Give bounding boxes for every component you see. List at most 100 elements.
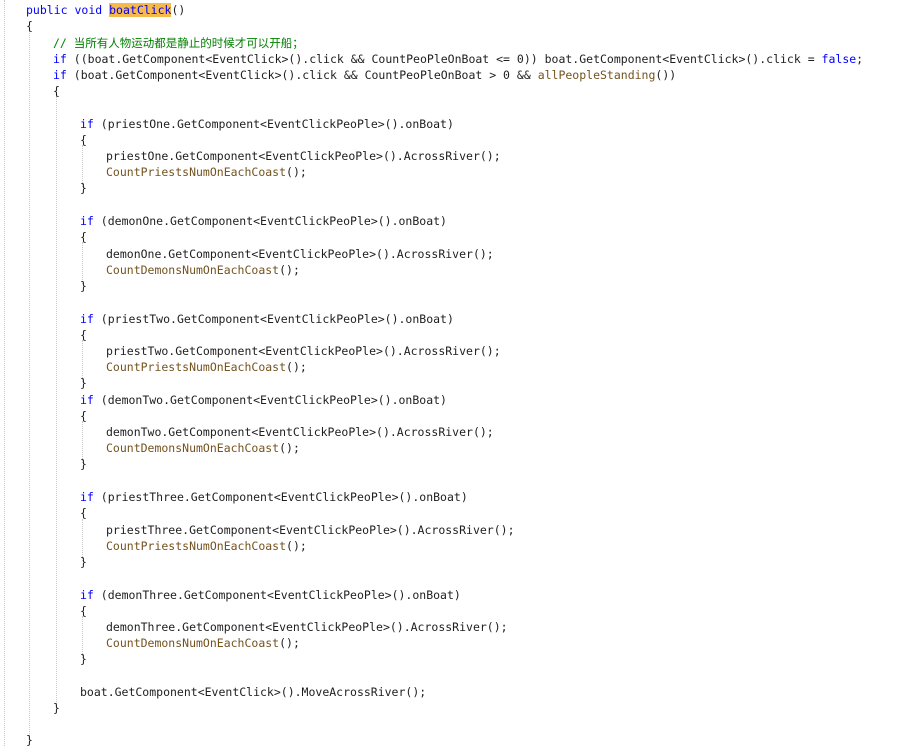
code-line[interactable]: if (priestTwo.GetComponent<EventClickPeo…	[80, 311, 454, 327]
method-call: CountPriestsNumOnEachCoast	[106, 165, 287, 179]
code-text: ();	[279, 441, 300, 455]
code-line[interactable]: }	[80, 651, 87, 667]
keyword: if	[53, 68, 67, 82]
code-line[interactable]: CountDemonsNumOnEachCoast();	[106, 635, 300, 651]
indent-guide	[29, 28, 30, 738]
keyword: if	[80, 588, 94, 602]
code-text: {	[80, 409, 87, 423]
code-line[interactable]: {	[80, 408, 87, 424]
code-line[interactable]: public void boatClick()	[26, 2, 185, 18]
comment: // 当所有人物运动都是静止的时候才可以开船；	[53, 36, 304, 50]
code-text: {	[26, 19, 33, 33]
code-line[interactable]: if (priestOne.GetComponent<EventClickPeo…	[80, 116, 454, 132]
code-line[interactable]: {	[80, 132, 87, 148]
keyword: if	[80, 117, 94, 131]
keyword: public	[26, 3, 68, 17]
code-text: }	[53, 701, 60, 715]
keyword: void	[74, 3, 103, 17]
code-line[interactable]: if (demonOne.GetComponent<EventClickPeoP…	[80, 213, 447, 229]
keyword: if	[80, 214, 94, 228]
code-line[interactable]: priestThree.GetComponent<EventClickPeoPl…	[106, 522, 515, 538]
code-line[interactable]: CountPriestsNumOnEachCoast();	[106, 359, 307, 375]
code-text: {	[80, 328, 87, 342]
code-text: {	[80, 604, 87, 618]
code-text: ())	[655, 68, 677, 82]
code-line[interactable]: priestTwo.GetComponent<EventClickPeoPle>…	[106, 343, 501, 359]
code-line[interactable]: {	[26, 18, 33, 34]
code-text: demonOne.GetComponent<EventClickPeoPle>(…	[106, 247, 494, 261]
code-line[interactable]: CountDemonsNumOnEachCoast();	[106, 262, 300, 278]
code-line[interactable]: if (demonThree.GetComponent<EventClickPe…	[80, 587, 461, 603]
code-text: {	[80, 133, 87, 147]
keyword: false	[821, 52, 857, 66]
keyword: if	[53, 52, 67, 66]
code-line[interactable]: {	[80, 505, 87, 521]
code-text: priestOne.GetComponent<EventClickPeoPle>…	[106, 149, 501, 163]
code-line[interactable]: }	[80, 554, 87, 570]
code-text: }	[80, 376, 87, 390]
code-text: priestTwo.GetComponent<EventClickPeoPle>…	[106, 344, 501, 358]
code-text: {	[80, 506, 87, 520]
method-call: CountPriestsNumOnEachCoast	[106, 539, 287, 553]
code-line[interactable]: {	[80, 603, 87, 619]
code-line[interactable]: CountDemonsNumOnEachCoast();	[106, 440, 300, 456]
keyword: if	[80, 393, 94, 407]
code-text: (priestTwo.GetComponent<EventClickPeoPle…	[100, 312, 454, 326]
code-line[interactable]: if (priestThree.GetComponent<EventClickP…	[80, 489, 468, 505]
method-call: CountDemonsNumOnEachCoast	[106, 636, 280, 650]
code-text: {	[53, 84, 60, 98]
method-call: CountPriestsNumOnEachCoast	[106, 360, 287, 374]
keyword: if	[80, 312, 94, 326]
code-text: }	[26, 733, 33, 747]
code-line[interactable]: }	[80, 456, 87, 472]
code-text: boat.GetComponent<EventClick>().MoveAcro…	[80, 685, 427, 699]
code-line[interactable]: {	[53, 83, 60, 99]
code-text: ();	[279, 263, 300, 277]
code-text: ;	[856, 52, 864, 66]
method-call: allPeopleStanding	[537, 68, 656, 82]
code-text: }	[80, 457, 87, 471]
code-line[interactable]: boat.GetComponent<EventClick>().MoveAcro…	[80, 684, 426, 700]
code-line[interactable]: }	[80, 278, 87, 294]
method-call: CountDemonsNumOnEachCoast	[106, 263, 280, 277]
code-line[interactable]: demonOne.GetComponent<EventClickPeoPle>(…	[106, 246, 494, 262]
code-line[interactable]: }	[80, 375, 87, 391]
keyword: if	[80, 490, 94, 504]
code-line[interactable]: }	[80, 180, 87, 196]
code-text: priestThree.GetComponent<EventClickPeoPl…	[106, 523, 515, 537]
code-line[interactable]: demonTwo.GetComponent<EventClickPeoPle>(…	[106, 424, 494, 440]
indent-guide	[4, 0, 5, 746]
method-name-highlighted: boatClick	[109, 3, 172, 17]
code-text: (boat.GetComponent<EventClick>().click &…	[73, 68, 538, 82]
code-editor[interactable]: public void boatClick() { // 当所有人物运动都是静止…	[0, 0, 913, 747]
code-text: demonThree.GetComponent<EventClickPeoPle…	[106, 620, 508, 634]
code-text: ();	[286, 165, 307, 179]
code-line[interactable]: CountPriestsNumOnEachCoast();	[106, 538, 307, 554]
code-text: }	[80, 181, 87, 195]
code-line[interactable]: if (demonTwo.GetComponent<EventClickPeoP…	[80, 392, 447, 408]
code-text: ();	[279, 636, 300, 650]
code-text: }	[80, 652, 87, 666]
code-text: }	[80, 555, 87, 569]
code-text: ((boat.GetComponent<EventClick>().click …	[73, 52, 822, 66]
code-text: (priestThree.GetComponent<EventClickPeoP…	[100, 490, 468, 504]
indent-guide	[56, 96, 57, 708]
code-text: }	[80, 279, 87, 293]
code-text: ()	[171, 3, 186, 17]
code-line[interactable]: if (boat.GetComponent<EventClick>().clic…	[53, 67, 676, 83]
code-line[interactable]: CountPriestsNumOnEachCoast();	[106, 164, 307, 180]
code-text: (demonTwo.GetComponent<EventClickPeoPle>…	[100, 393, 447, 407]
code-text: ();	[286, 360, 307, 374]
code-line[interactable]: {	[80, 327, 87, 343]
code-text: {	[80, 230, 87, 244]
code-text: (demonThree.GetComponent<EventClickPeoPl…	[100, 588, 461, 602]
code-text: (priestOne.GetComponent<EventClickPeoPle…	[100, 117, 454, 131]
code-line[interactable]: if ((boat.GetComponent<EventClick>().cli…	[53, 51, 863, 67]
code-text: demonTwo.GetComponent<EventClickPeoPle>(…	[106, 425, 494, 439]
code-line[interactable]: }	[53, 700, 60, 716]
method-call: CountDemonsNumOnEachCoast	[106, 441, 280, 455]
code-line[interactable]: {	[80, 229, 87, 245]
code-line[interactable]: priestOne.GetComponent<EventClickPeoPle>…	[106, 148, 501, 164]
code-line[interactable]: demonThree.GetComponent<EventClickPeoPle…	[106, 619, 508, 635]
code-line[interactable]: // 当所有人物运动都是静止的时候才可以开船；	[53, 35, 304, 51]
